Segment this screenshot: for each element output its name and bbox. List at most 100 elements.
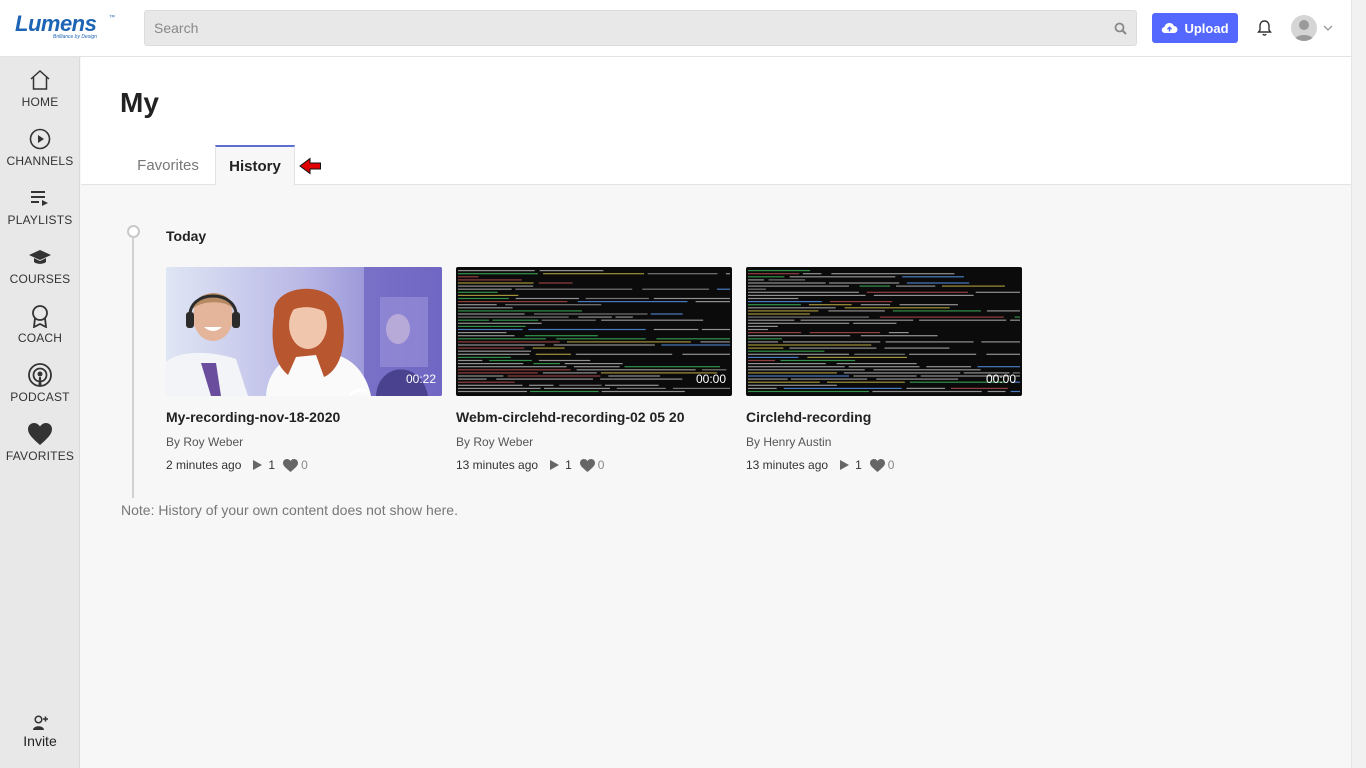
media-card: 00:22 My-recording-nov-18-2020 By Roy We… xyxy=(166,267,442,472)
like-heart-icon[interactable] xyxy=(579,458,595,472)
terminal-text-line xyxy=(458,276,479,278)
terminal-text-line xyxy=(789,276,896,278)
sidebar-item-coach[interactable]: COACH xyxy=(0,295,80,351)
video-thumbnail[interactable]: 00:00 xyxy=(746,267,1022,396)
terminal-text-line xyxy=(830,301,893,303)
playlist-icon xyxy=(31,191,48,206)
terminal-text-line xyxy=(941,285,1005,287)
invite-button[interactable]: Invite xyxy=(0,715,80,759)
video-thumbnail[interactable]: 00:22 xyxy=(166,267,442,396)
terminal-text-line xyxy=(458,366,567,368)
graduation-cap-icon xyxy=(29,250,51,264)
terminal-text-line xyxy=(748,325,778,327)
search-icon[interactable] xyxy=(1114,22,1127,35)
terminal-text-line xyxy=(601,390,685,393)
video-timestamp: 13 minutes ago xyxy=(456,458,539,472)
terminal-text-line xyxy=(748,387,777,389)
terminal-text-line xyxy=(458,307,513,309)
logo-tagline: Brilliance by Design xyxy=(53,34,97,40)
video-thumbnail[interactable]: 00:00 xyxy=(456,267,732,396)
terminal-text-line xyxy=(458,325,526,327)
terminal-text-line xyxy=(458,291,498,293)
terminal-text-line xyxy=(458,375,504,377)
terminal-text-line xyxy=(672,387,730,389)
terminal-text-line xyxy=(458,328,523,331)
video-title[interactable]: Webm-circlehd-recording-02 05 20 xyxy=(456,409,732,425)
terminal-text-line xyxy=(854,353,905,355)
terminal-text-line xyxy=(458,350,532,352)
terminal-text-line xyxy=(458,332,507,334)
terminal-text-line xyxy=(926,366,972,368)
terminal-text-line xyxy=(748,347,784,349)
terminal-text-line xyxy=(986,310,1020,312)
terminal-text-line xyxy=(1014,316,1020,318)
page-scrollbar[interactable] xyxy=(1351,0,1366,768)
sidebar-item-channels[interactable]: CHANNELS xyxy=(0,118,80,174)
play-count-icon xyxy=(253,460,263,470)
user-menu[interactable] xyxy=(1291,14,1335,42)
terminal-text-line xyxy=(600,378,683,380)
terminal-text-line xyxy=(559,384,602,386)
like-heart-icon[interactable] xyxy=(869,458,885,472)
video-meta: 13 minutes ago 1 0 xyxy=(456,458,732,472)
terminal-text-line xyxy=(458,273,538,275)
tab-history[interactable]: History xyxy=(215,145,295,186)
terminal-text-line xyxy=(682,353,730,355)
terminal-text-line xyxy=(533,313,648,315)
terminal-text-line xyxy=(876,378,959,380)
sidebar-item-favorites[interactable]: FAVORITES xyxy=(0,413,80,469)
search-input[interactable] xyxy=(145,11,1136,45)
terminal-text-line xyxy=(748,359,775,362)
terminal-text-line xyxy=(872,390,982,393)
notification-bell-icon[interactable] xyxy=(1256,19,1273,37)
terminal-text-line xyxy=(700,341,730,343)
play-count-icon xyxy=(550,460,560,470)
invite-label: Invite xyxy=(23,733,57,749)
video-duration: 00:00 xyxy=(985,372,1016,386)
chevron-down-icon xyxy=(1323,25,1333,31)
terminal-text-line xyxy=(458,387,541,389)
sidebar-item-label: PODCAST xyxy=(10,390,70,404)
terminal-text-line xyxy=(647,273,718,275)
sidebar-item-podcast[interactable]: PODCAST xyxy=(0,354,80,410)
terminal-text-line xyxy=(532,347,565,349)
sidebar-item-home[interactable]: HOME xyxy=(0,59,80,115)
sidebar-item-label: COACH xyxy=(17,331,63,345)
terminal-text-line xyxy=(543,387,610,389)
sidebar-item-label: COURSES xyxy=(9,272,71,286)
terminal-text-line xyxy=(873,369,981,371)
terminal-text-line xyxy=(566,341,691,343)
sidebar-item-courses[interactable]: COURSES xyxy=(0,236,80,292)
terminal-text-line xyxy=(977,366,1020,368)
lumens-logo[interactable]: Lumens ™ Brilliance by Design xyxy=(15,13,115,41)
terminal-text-line xyxy=(656,338,730,340)
play-count: 1 xyxy=(268,458,276,472)
terminal-text-line xyxy=(748,390,870,393)
like-heart-icon[interactable] xyxy=(283,458,299,472)
terminal-text-line xyxy=(860,335,938,337)
terminal-text-line xyxy=(716,288,730,290)
terminal-text-line xyxy=(524,335,598,337)
upload-button[interactable]: Upload xyxy=(1152,13,1238,43)
terminal-screenshot-thumbnail xyxy=(748,270,1020,393)
terminal-text-line xyxy=(458,378,487,380)
play-circle-icon xyxy=(29,128,51,150)
terminal-text-line xyxy=(902,276,964,278)
terminal-text-line xyxy=(653,328,699,331)
terminal-text-line xyxy=(892,310,981,312)
terminal-text-line xyxy=(458,369,571,371)
terminal-text-line xyxy=(831,273,955,275)
terminal-text-line xyxy=(458,356,511,358)
terminal-text-line xyxy=(986,353,1020,355)
user-silhouette-icon xyxy=(1294,20,1314,41)
terminal-text-line xyxy=(950,387,1008,389)
video-timestamp: 13 minutes ago xyxy=(746,458,829,472)
sidebar-item-playlists[interactable]: PLAYLISTS xyxy=(0,177,80,233)
sidebar-item-label: FAVORITES xyxy=(5,449,75,463)
video-title[interactable]: Circlehd-recording xyxy=(746,409,1022,425)
terminal-text-line xyxy=(827,381,905,383)
video-title[interactable]: My-recording-nov-18-2020 xyxy=(166,409,442,425)
terminal-text-line xyxy=(575,353,673,355)
terminal-text-line xyxy=(866,291,968,293)
tab-favorites[interactable]: Favorites xyxy=(121,145,215,185)
